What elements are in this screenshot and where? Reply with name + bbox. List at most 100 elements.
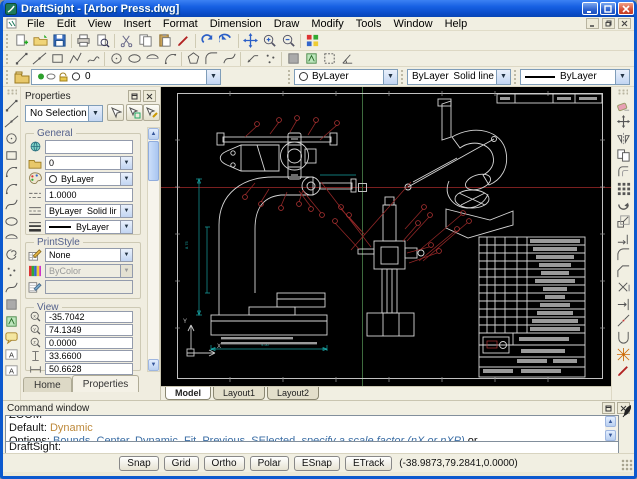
chevron-down-icon[interactable]: ▼ [206,70,220,84]
status-toggle-polar[interactable]: Polar [250,456,289,471]
toolbar-grip[interactable] [513,69,518,84]
paste-button[interactable] [155,32,174,49]
spline-button[interactable] [4,280,20,297]
line-style-combo[interactable]: ByLayer Solid line ▼ [407,69,511,85]
freehand-sketch-button[interactable] [84,51,102,66]
select-matching-button[interactable] [143,104,160,121]
tab-layout2[interactable]: Layout2 [267,387,319,400]
menu-item-insert[interactable]: Insert [117,17,157,31]
mdi-close-button[interactable] [618,18,631,29]
polyline-button[interactable] [66,51,84,66]
properties-panel-header[interactable]: Properties [23,89,158,103]
linetype-scale-field[interactable]: 1.0000 [45,188,133,202]
command-history[interactable]: ZOOM Default: Dynamic Options: Bounds, C… [5,415,619,442]
smart-line-button[interactable] [12,51,30,66]
arc-button[interactable] [4,163,20,180]
construction-line-button[interactable] [4,114,20,131]
toolbar-grip[interactable] [287,69,292,84]
minimize-button[interactable] [582,2,598,15]
menu-item-dimension[interactable]: Dimension [204,17,268,31]
layer-combo[interactable]: 0 ▼ [31,69,221,85]
scroll-up-icon[interactable]: ▲ [605,416,616,427]
menu-item-window[interactable]: Window [387,17,438,31]
layer-property-combo[interactable]: 0 ▼ [45,156,133,170]
angle-dimension-button[interactable] [338,51,356,66]
menu-item-edit[interactable]: Edit [51,17,82,31]
chevron-down-icon[interactable]: ▼ [88,106,102,121]
chevron-down-icon[interactable]: ▼ [120,249,132,261]
resize-grip[interactable] [621,459,633,471]
status-toggle-esnap[interactable]: ESnap [294,456,340,471]
close-button[interactable] [618,2,634,15]
scroll-thumb[interactable] [148,141,159,181]
command-scrollbar[interactable]: ▲ ▼ [605,416,618,441]
panel-close-button[interactable] [143,90,156,102]
new-file-button[interactable] [12,32,31,49]
circle-button[interactable] [107,51,125,66]
select-entities-button[interactable] [107,104,124,121]
point-multiple-button[interactable] [4,263,20,280]
pattern-button[interactable] [614,180,632,197]
curve-button[interactable] [4,197,20,214]
chevron-down-icon[interactable]: ▼ [120,173,132,185]
ellipse-button[interactable] [4,213,20,230]
match-properties-button[interactable] [614,363,632,380]
chevron-down-icon[interactable]: ▼ [120,221,132,233]
toolbar-grip[interactable] [5,69,10,84]
status-toggle-snap[interactable]: Snap [119,456,158,471]
copy-entity-button[interactable] [614,147,632,164]
view-y-field[interactable]: 74.1349 [45,324,133,336]
status-toggle-etrack[interactable]: ETrack [345,456,392,471]
polygon-button[interactable] [184,51,202,66]
tab-home[interactable]: Home [23,377,72,392]
chamfer-button[interactable] [614,263,632,280]
mdi-minimize-button[interactable] [586,18,599,29]
view-z-field[interactable]: 0.0000 [45,337,133,349]
selection-combo[interactable]: No Selection ▼ [25,105,103,122]
view-x-field[interactable]: -35.7042 [45,311,133,323]
fillet-button[interactable] [614,246,632,263]
chevron-down-icon[interactable]: ▼ [120,205,132,217]
menu-item-view[interactable]: View [82,17,118,31]
pan-button[interactable] [241,32,260,49]
shade-region-button[interactable] [4,296,20,313]
toolbar-grip[interactable] [5,53,10,64]
make-block-button[interactable] [4,313,20,330]
arc-button[interactable] [161,51,179,66]
layers-manager-button[interactable] [12,68,31,85]
undo-button[interactable] [198,32,217,49]
scroll-down-icon[interactable]: ▼ [605,430,616,441]
property-painter-button[interactable] [174,32,193,49]
lineweight-property-combo[interactable]: ByLayer ▼ [45,220,133,234]
zoom-in-button[interactable] [260,32,279,49]
toolbar-grip[interactable] [5,33,10,48]
status-toggle-ortho[interactable]: Ortho [204,456,245,471]
tab-model[interactable]: Model [165,387,211,400]
infinite-line-button[interactable] [30,51,48,66]
boundary-button[interactable] [320,51,338,66]
arc-3-point-button[interactable] [4,180,20,197]
options-palette-button[interactable] [303,32,322,49]
mdi-restore-button[interactable] [602,18,615,29]
menu-item-file[interactable]: File [21,17,51,31]
mirror-button[interactable] [614,130,632,147]
copy-button[interactable] [136,32,155,49]
save-file-button[interactable] [50,32,69,49]
ellipse-button[interactable] [125,51,143,66]
tab-layout1[interactable]: Layout1 [213,387,265,400]
quick-select-button[interactable] [126,104,143,121]
tab-properties[interactable]: Properties [72,375,140,392]
open-file-button[interactable] [31,32,50,49]
spline-button[interactable] [220,51,238,66]
print-preview-button[interactable] [93,32,112,49]
extend-button[interactable] [614,296,632,313]
simple-note-button[interactable]: A [4,346,20,363]
rotate-button[interactable] [614,197,632,214]
circle-button[interactable] [4,130,20,147]
move-button[interactable] [614,114,632,131]
hatch-button[interactable] [284,51,302,66]
drawing-canvas[interactable]: 8.75 9.50 Y X [161,87,612,386]
chevron-down-icon[interactable]: ▼ [120,157,132,169]
redo-button[interactable] [217,32,236,49]
printstyle-combo[interactable]: None ▼ [45,248,133,262]
